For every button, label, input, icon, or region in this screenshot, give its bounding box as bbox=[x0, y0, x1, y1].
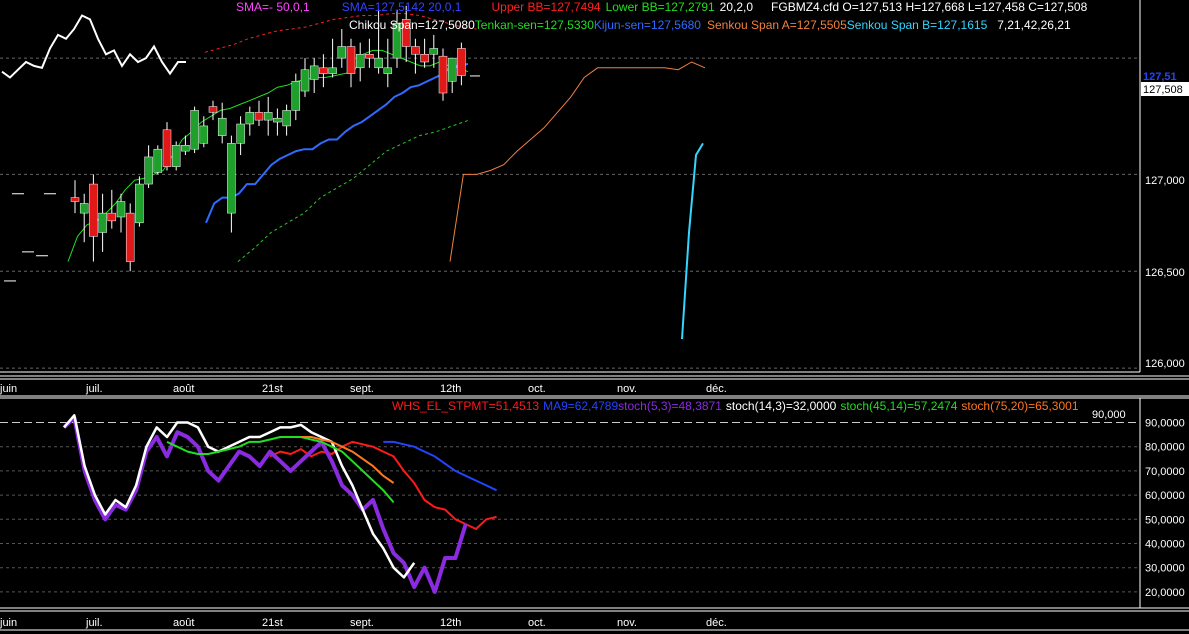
candle-up bbox=[328, 67, 337, 74]
candle-up bbox=[282, 110, 291, 127]
date-label: oct. bbox=[528, 617, 546, 629]
stoch4514-readout: stoch(45,14)=57,2474 bbox=[840, 399, 958, 413]
stoch53-readout: stoch(5,3)=48,3871 bbox=[618, 399, 722, 413]
oscillator-tick-label: 20,0000 bbox=[1145, 587, 1185, 599]
last-price-label: 127,508 bbox=[1143, 84, 1183, 96]
candle-up bbox=[355, 54, 365, 69]
ohlc-readout: FGBMZ4.cfd O=127,513 H=127,668 L=127,458… bbox=[771, 0, 1088, 14]
date-label: nov. bbox=[617, 383, 637, 395]
senkou-a-readout: Senkou Span A=127,5505 bbox=[706, 18, 847, 32]
price-tick-127000: 127,000 bbox=[1145, 175, 1185, 187]
oscillator-tick-label: 30,0000 bbox=[1145, 563, 1185, 575]
candle-up bbox=[273, 117, 282, 123]
candle-up bbox=[135, 183, 144, 224]
date-label: nov. bbox=[617, 617, 637, 629]
price-prev-label: 127,51 bbox=[1143, 71, 1177, 83]
price-tick-126000: 126,000 bbox=[1145, 358, 1185, 370]
oscillator-tick-label: 80,0000 bbox=[1145, 442, 1185, 454]
candle-down bbox=[365, 54, 374, 59]
oscillator-tick-label: 50,0000 bbox=[1145, 514, 1185, 526]
candle-up bbox=[199, 125, 209, 144]
candle-up bbox=[263, 112, 273, 121]
candle-up bbox=[337, 46, 347, 59]
candle-up bbox=[98, 212, 107, 233]
candle-down bbox=[208, 106, 218, 113]
sma20-readout: SMA=127,5142 20,0,1 bbox=[341, 0, 462, 14]
price-tick-126500: 126,500 bbox=[1145, 267, 1185, 279]
date-label: juil. bbox=[85, 383, 103, 395]
date-label: oct. bbox=[528, 383, 546, 395]
upper-bb-readout: Upper BB=127,7494 bbox=[491, 0, 601, 14]
candle-down bbox=[319, 67, 328, 74]
date-label: 21st bbox=[262, 617, 283, 629]
oscillator-level-label: 90,000 bbox=[1092, 409, 1126, 421]
candle-up bbox=[447, 57, 457, 82]
chikou-readout: Chikou Span=127,5080 bbox=[349, 18, 475, 32]
date-label: déc. bbox=[706, 383, 727, 395]
candle-down bbox=[89, 183, 98, 237]
sma50-readout: SMA=- 50,0,1 bbox=[236, 0, 310, 14]
candle-down bbox=[420, 54, 429, 63]
bb-params-readout: 20,2,0 bbox=[719, 0, 754, 14]
candle-up bbox=[429, 48, 439, 55]
date-label: juin bbox=[0, 617, 17, 629]
oscillator-tick-label: 70,0000 bbox=[1145, 466, 1185, 478]
date-label: août bbox=[173, 383, 194, 395]
candle-up bbox=[181, 145, 190, 152]
date-label: sept. bbox=[350, 617, 374, 629]
candle-up bbox=[217, 117, 227, 136]
candle-down bbox=[125, 212, 135, 262]
candle-up bbox=[309, 65, 319, 80]
candle-up bbox=[116, 201, 126, 218]
candle-down bbox=[457, 48, 466, 76]
trading-chart: 127,000 126,500 126,000 127,51 127,508 j… bbox=[0, 0, 1189, 634]
candle-down bbox=[346, 46, 356, 74]
date-label: juil. bbox=[85, 617, 103, 629]
candle-up bbox=[190, 110, 199, 150]
stoch143-readout: stoch(14,3)=32,0000 bbox=[725, 399, 837, 413]
ichimoku-params-readout: 7,21,42,26,21 bbox=[997, 18, 1071, 32]
candle-up bbox=[153, 148, 163, 173]
candle-up bbox=[227, 143, 236, 214]
candle-up bbox=[291, 81, 301, 111]
indicator-header-line1: SMA=- 50,0,1 SMA=127,5142 20,0,1 Upper BB=… bbox=[236, 0, 1087, 14]
candle-down bbox=[438, 55, 448, 94]
date-label: déc. bbox=[706, 617, 727, 629]
oscillator-header: WHS_EL_STPMT=51,4513 MA9=62,4789stoch(5,3… bbox=[392, 399, 1079, 413]
candle-up bbox=[79, 203, 89, 214]
candle-down bbox=[162, 129, 172, 167]
candle-up bbox=[374, 57, 383, 69]
stoch7520-readout: stoch(75,20)=65,3001 bbox=[961, 399, 1079, 413]
date-label: 21st bbox=[262, 383, 283, 395]
date-label: 12th bbox=[440, 383, 461, 395]
indicator-header-line2: Chikou Span=127,5080Tenkan-sen=127,5330K… bbox=[349, 18, 1071, 32]
candle-up bbox=[300, 69, 310, 92]
date-label: 12th bbox=[440, 617, 461, 629]
candle-up bbox=[236, 123, 245, 144]
kijun-readout: Kijun-sen=127,5680 bbox=[593, 18, 701, 32]
whs-readout: WHS_EL_STPMT=51,4513 bbox=[392, 399, 540, 413]
oscillator-tick-label: 60,0000 bbox=[1145, 490, 1185, 502]
tenkan-readout: Tenkan-sen=127,5330 bbox=[474, 18, 594, 32]
candle-up bbox=[245, 112, 255, 125]
candle-down bbox=[254, 112, 264, 121]
lower-bb-readout: Lower BB=127,2791 bbox=[605, 0, 715, 14]
senkou-b-readout: Senkou Span B=127,1615 bbox=[846, 18, 988, 32]
candle-down bbox=[107, 212, 117, 222]
date-label: sept. bbox=[350, 383, 374, 395]
oscillator-tick-label: 90,0000 bbox=[1145, 418, 1185, 430]
date-label: juin bbox=[0, 383, 17, 395]
ma9-readout: MA9=62,4789 bbox=[543, 399, 619, 413]
candle-up bbox=[171, 145, 181, 167]
candle-down bbox=[411, 46, 420, 55]
candle-up bbox=[383, 67, 393, 74]
oscillator-tick-label: 40,0000 bbox=[1145, 539, 1185, 551]
date-label: août bbox=[173, 617, 194, 629]
candle-up bbox=[144, 156, 153, 185]
candle-down bbox=[70, 197, 80, 202]
